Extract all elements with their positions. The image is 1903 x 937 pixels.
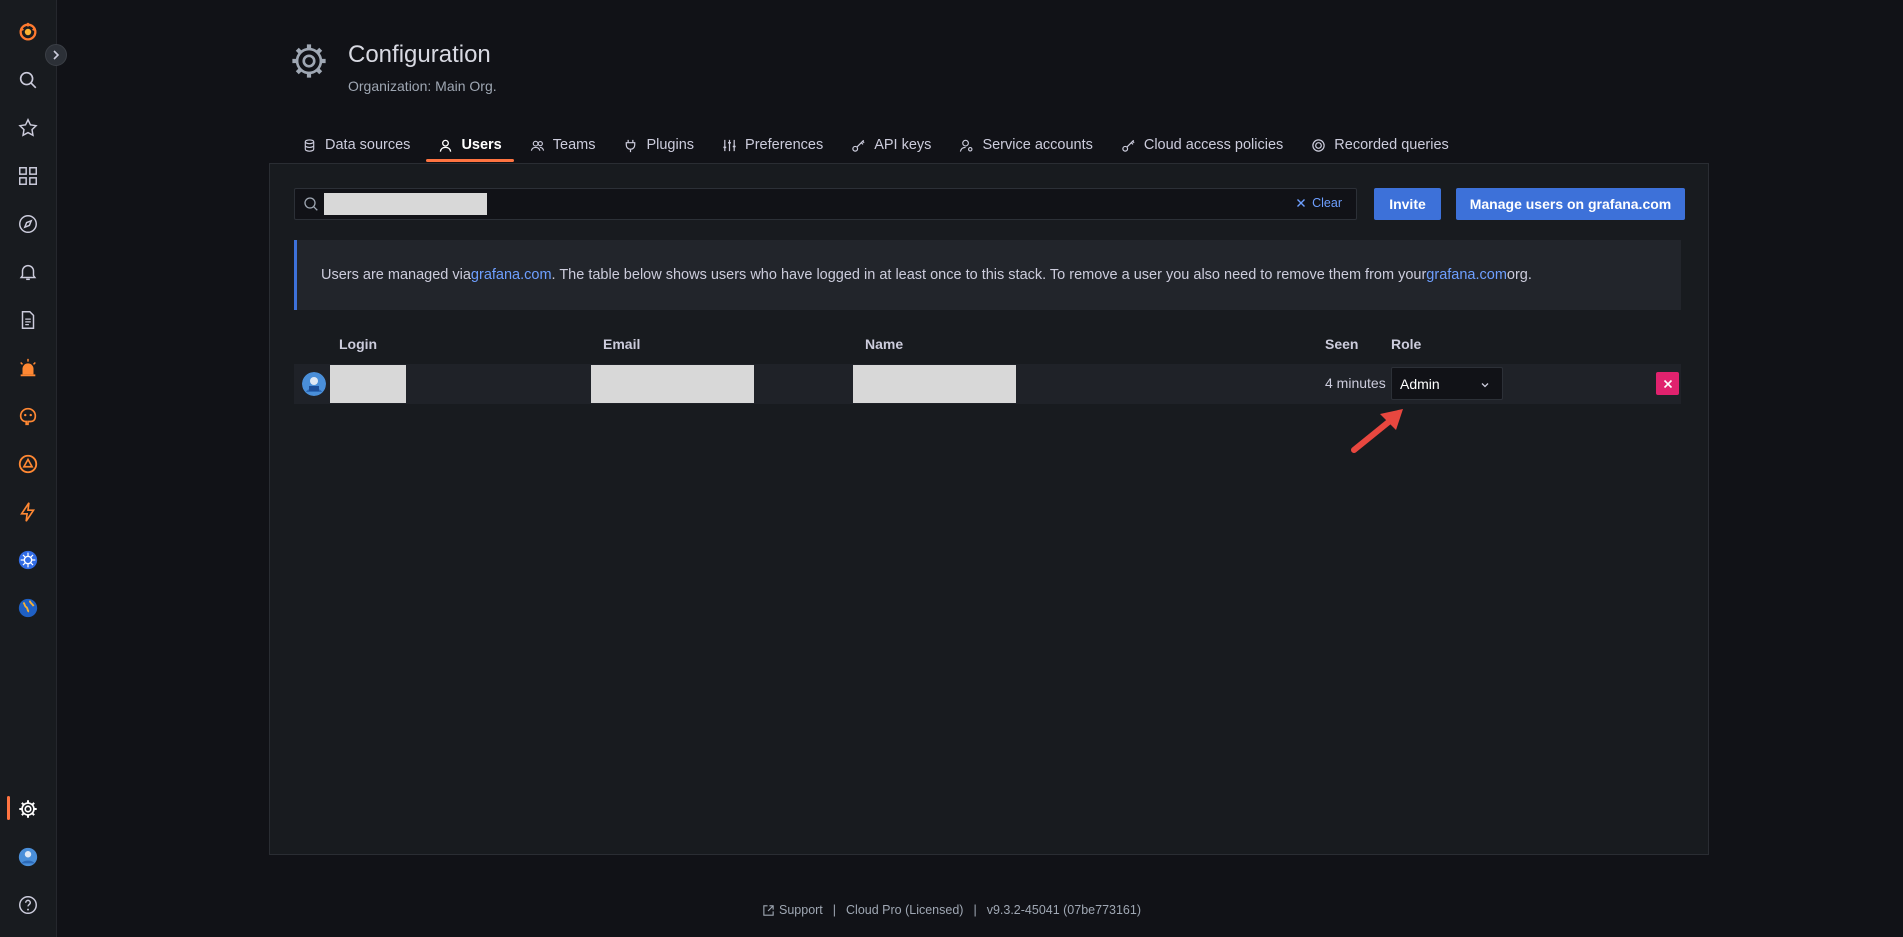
clear-button[interactable]: Clear (1296, 196, 1342, 210)
key-icon (852, 139, 865, 152)
page-header: Configuration Organization: Main Org. (288, 40, 497, 94)
tab-preferences[interactable]: Preferences (708, 128, 837, 162)
info-alert: Users are managed via grafana.com . The … (294, 240, 1681, 310)
tab-label: Teams (552, 137, 596, 153)
bell-icon[interactable] (14, 258, 42, 286)
redacted-login (330, 365, 406, 403)
table-row[interactable]: 4 minutes Admin (294, 364, 1681, 404)
page-subtitle: Organization: Main Org. (348, 78, 497, 94)
tab-label: Recorded queries (1334, 137, 1449, 153)
search-input[interactable] (490, 189, 1090, 219)
chevron-down-icon (1481, 383, 1489, 388)
role-select[interactable]: Admin (1391, 367, 1503, 400)
tab-label: Users (461, 137, 502, 153)
incident-icon[interactable] (14, 450, 42, 478)
star-icon[interactable] (14, 114, 42, 142)
redacted-search-text (324, 193, 487, 215)
sidebar (0, 0, 67, 937)
tab-label: Data sources (325, 137, 411, 153)
column-header-role: Role (1391, 336, 1422, 352)
machine-learning-brain-icon[interactable] (14, 402, 42, 430)
active-indicator (7, 796, 10, 820)
tab-label: Service accounts (982, 137, 1093, 153)
clear-label: Clear (1312, 196, 1342, 210)
info-text-1: Users are managed via (321, 267, 471, 283)
lightning-icon[interactable] (14, 498, 42, 526)
column-header-login: Login (339, 336, 378, 352)
search-box: Clear (294, 188, 1357, 220)
redacted-email (591, 365, 754, 403)
grafana-logo-icon[interactable] (14, 18, 42, 46)
invite-button[interactable]: Invite (1374, 188, 1441, 220)
delete-user-button[interactable] (1656, 372, 1679, 395)
column-header-name: Name (865, 336, 904, 352)
column-header-seen: Seen (1325, 336, 1359, 352)
tab-service-accounts[interactable]: Service accounts (945, 128, 1106, 162)
expand-sidebar-button[interactable] (45, 44, 67, 66)
close-icon (1297, 199, 1306, 207)
role-value: Admin (1400, 375, 1440, 392)
users-panel: Clear Invite Manage users on grafana.com… (269, 163, 1709, 855)
dashboards-icon[interactable] (14, 162, 42, 190)
manage-users-button[interactable]: Manage users on grafana.com (1456, 188, 1685, 220)
tab-label: Cloud access policies (1143, 137, 1284, 153)
user-icon (440, 139, 452, 152)
gear-icon (292, 44, 326, 78)
license-label: Cloud Pro (Licensed) (846, 903, 964, 917)
search-icon (304, 197, 318, 211)
info-text-3: org. (1506, 267, 1532, 283)
grafana-link[interactable]: grafana.com (1426, 267, 1507, 283)
tab-users[interactable]: Users (424, 128, 515, 162)
tab-teams[interactable]: Teams (516, 128, 610, 162)
footer-separator: | (973, 903, 977, 917)
tab-bar: Data sources Users Teams Plugins Prefere… (288, 128, 1463, 162)
footer: Support | Cloud Pro (Licensed) | v9.3.2-… (0, 903, 1903, 917)
grafana-link[interactable]: grafana.com (471, 267, 552, 283)
support-link[interactable]: Support (762, 903, 823, 917)
redacted-name (853, 365, 1016, 403)
sliders-icon (723, 139, 736, 151)
oncall-alarm-icon[interactable] (14, 354, 42, 382)
kubernetes-icon[interactable] (14, 546, 42, 574)
page-title: Configuration (348, 41, 491, 68)
footer-separator: | (832, 903, 837, 917)
support-label: Support (779, 903, 823, 917)
info-text-2: . The table below shows users who have l… (551, 267, 1427, 283)
annotation-arrow-icon (1351, 409, 1403, 453)
close-icon (1663, 379, 1672, 388)
tab-data-sources[interactable]: Data sources (288, 128, 424, 162)
users-icon (530, 140, 544, 151)
tab-plugins[interactable]: Plugins (609, 128, 708, 162)
globe-icon[interactable] (14, 594, 42, 622)
avatar-icon[interactable] (14, 843, 42, 871)
tab-api-keys[interactable]: API keys (837, 128, 945, 162)
column-header-email: Email (603, 336, 641, 352)
search-icon[interactable] (14, 66, 42, 94)
tab-label: API keys (874, 137, 932, 153)
user-cog-icon (960, 139, 973, 152)
version-label: v9.3.2-45041 (07be773161) (986, 903, 1141, 917)
seen-value: 4 minutes (1325, 375, 1386, 391)
external-link-icon (763, 904, 774, 916)
tab-cloud-access-policies[interactable]: Cloud access policies (1107, 128, 1297, 162)
plug-icon (626, 139, 636, 152)
gear-icon[interactable] (14, 795, 42, 823)
compass-icon[interactable] (14, 210, 42, 238)
database-icon (304, 138, 315, 152)
avatar (302, 372, 326, 396)
tab-label: Plugins (646, 137, 695, 153)
document-icon[interactable] (14, 306, 42, 334)
key-icon (1122, 139, 1135, 152)
record-icon (1312, 138, 1326, 152)
tab-label: Preferences (745, 137, 824, 153)
tab-recorded-queries[interactable]: Recorded queries (1297, 128, 1462, 162)
